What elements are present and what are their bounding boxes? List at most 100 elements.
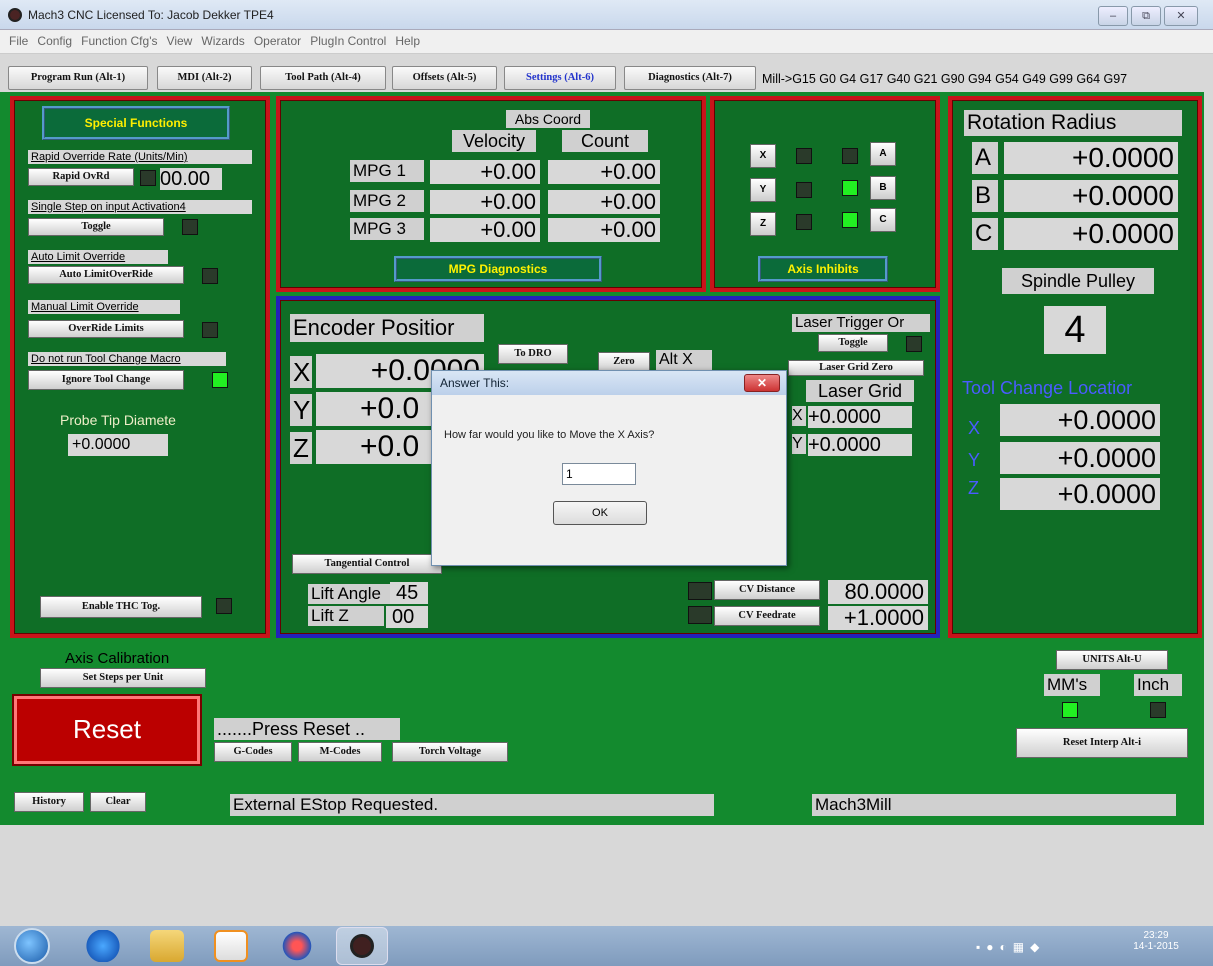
tc-x-label: X: [968, 418, 981, 438]
tc-z-value: +0.0000: [1000, 478, 1160, 510]
mpg-diagnostics-label: MPG Diagnostics: [394, 256, 602, 282]
mach3-taskbar-button[interactable]: [336, 927, 388, 965]
g-codes-button[interactable]: G-Codes: [214, 742, 292, 762]
set-steps-button[interactable]: Set Steps per Unit: [40, 668, 206, 688]
axis-inhibits-label: Axis Inhibits: [758, 256, 888, 282]
axis-inhibits-panel: X A Y B Z C Axis Inhibits: [710, 96, 940, 292]
auto-limit-led: [202, 268, 218, 284]
inhibit-a-led: [842, 148, 858, 164]
media-player-icon[interactable]: [214, 930, 248, 962]
menu-wizards[interactable]: Wizards: [198, 30, 247, 52]
inhibit-y-button[interactable]: Y: [750, 178, 776, 202]
internet-explorer-icon[interactable]: [86, 930, 120, 962]
system-tray-icons[interactable]: ▪●◐▦◆: [976, 940, 1068, 954]
tool-change-location-label: Tool Change Locatior: [962, 378, 1133, 398]
mach3-taskbar-icon: [350, 934, 374, 958]
rotation-b-label: B: [972, 180, 998, 212]
file-explorer-icon[interactable]: [150, 930, 184, 962]
alt-x-label: Alt X: [656, 350, 712, 370]
mpg1-count: +0.00: [548, 160, 660, 184]
zero-button[interactable]: Zero: [598, 352, 650, 372]
inhibit-x-button[interactable]: X: [750, 144, 776, 168]
answer-dialog: Answer This: ✕ How far would you like to…: [431, 370, 787, 566]
inhibit-b-button[interactable]: B: [870, 176, 896, 200]
press-reset-label: .......Press Reset ..: [214, 718, 400, 740]
tab-diagnostics[interactable]: Diagnostics (Alt-7): [624, 66, 756, 90]
cv-distance-led: [688, 582, 712, 600]
start-button[interactable]: [14, 928, 50, 964]
clock[interactable]: 23:29 14-1-2015: [1126, 930, 1186, 952]
mpg-panel: Abs Coord Velocity Count MPG 1 +0.00 +0.…: [276, 96, 706, 292]
lift-angle-label: Lift Angle: [308, 584, 390, 604]
mpg2-count: +0.00: [548, 190, 660, 214]
cv-distance-value: 80.0000: [828, 580, 928, 604]
spindle-pulley-value: 4: [1044, 306, 1106, 354]
reset-button[interactable]: Reset: [14, 696, 200, 764]
menu-operator[interactable]: Operator: [251, 30, 304, 52]
inhibit-y-led: [796, 182, 812, 198]
close-button[interactable]: ✕: [1164, 6, 1198, 26]
tab-settings[interactable]: Settings (Alt-6): [504, 66, 616, 90]
app-icon-2[interactable]: [280, 930, 314, 962]
menu-view[interactable]: View: [164, 30, 196, 52]
clear-button[interactable]: Clear: [90, 792, 146, 812]
window-title: Mach3 CNC Licensed To: Jacob Dekker TPE4: [28, 8, 274, 22]
cv-feedrate-led: [688, 606, 712, 624]
dialog-prompt: How far would you like to Move the X Axi…: [444, 429, 655, 441]
to-dro-button[interactable]: To DRO: [498, 344, 568, 364]
rotation-c-value: +0.0000: [1004, 218, 1178, 250]
probe-tip-value: +0.0000: [68, 434, 168, 456]
laser-grid-x-label: X: [792, 406, 806, 426]
single-step-toggle-button[interactable]: Toggle: [28, 218, 164, 236]
probe-tip-label: Probe Tip Diamete: [60, 412, 176, 428]
reset-interp-button[interactable]: Reset Interp Alt-i: [1016, 728, 1188, 758]
menu-function-cfgs[interactable]: Function Cfg's: [78, 30, 160, 52]
override-limits-button[interactable]: OverRide Limits: [28, 320, 184, 338]
cv-feedrate-button[interactable]: CV Feedrate: [714, 606, 820, 626]
inhibit-c-button[interactable]: C: [870, 208, 896, 232]
tc-y-value: +0.0000: [1000, 442, 1160, 474]
dialog-close-button[interactable]: ✕: [744, 374, 780, 392]
laser-trigger-label: Laser Trigger Or: [792, 314, 930, 332]
maximize-button[interactable]: ⧉: [1131, 6, 1161, 26]
inhibit-z-led: [796, 214, 812, 230]
ok-button[interactable]: OK: [553, 501, 647, 525]
m-codes-button[interactable]: M-Codes: [298, 742, 382, 762]
laser-toggle-button[interactable]: Toggle: [818, 334, 888, 352]
inch-label: Inch: [1134, 674, 1182, 696]
rapid-ovrd-button[interactable]: Rapid OvRd: [28, 168, 134, 186]
menu-config[interactable]: Config: [34, 30, 75, 52]
units-button[interactable]: UNITS Alt-U: [1056, 650, 1168, 670]
cv-distance-button[interactable]: CV Distance: [714, 580, 820, 600]
menu-plugin-control[interactable]: PlugIn Control: [307, 30, 389, 52]
inhibit-a-button[interactable]: A: [870, 142, 896, 166]
inhibit-z-button[interactable]: Z: [750, 212, 776, 236]
encoder-y-label: Y: [290, 394, 312, 426]
rotation-a-value: +0.0000: [1004, 142, 1178, 174]
special-functions-panel: Special Functions Rapid Override Rate (U…: [10, 96, 270, 638]
tab-program-run[interactable]: Program Run (Alt-1): [8, 66, 148, 90]
tab-tool-path[interactable]: Tool Path (Alt-4): [260, 66, 386, 90]
tc-x-value: +0.0000: [1000, 404, 1160, 436]
minimize-button[interactable]: –: [1098, 6, 1128, 26]
ignore-tool-change-led: [212, 372, 228, 388]
mpg2-velocity: +0.00: [430, 190, 540, 214]
history-button[interactable]: History: [14, 792, 84, 812]
cv-feedrate-value: +1.0000: [828, 606, 928, 630]
tangential-control-button[interactable]: Tangential Control: [292, 554, 442, 574]
tab-offsets[interactable]: Offsets (Alt-5): [392, 66, 497, 90]
inhibit-x-led: [796, 148, 812, 164]
menu-help[interactable]: Help: [392, 30, 423, 52]
rotation-radius-panel: Rotation Radius A +0.0000 B +0.0000 C +0…: [948, 96, 1202, 638]
auto-limit-override-button[interactable]: Auto LimitOverRide: [28, 266, 184, 284]
enable-thc-button[interactable]: Enable THC Tog.: [40, 596, 202, 618]
encoder-position-title: Encoder Positior: [290, 314, 484, 342]
laser-grid-zero-button[interactable]: Laser Grid Zero: [788, 360, 924, 376]
menu-file[interactable]: File: [6, 30, 31, 52]
tab-mdi[interactable]: MDI (Alt-2): [157, 66, 252, 90]
ignore-tool-change-button[interactable]: Ignore Tool Change: [28, 370, 184, 390]
distance-input[interactable]: 1: [562, 463, 636, 485]
torch-voltage-button[interactable]: Torch Voltage: [392, 742, 508, 762]
laser-grid-x-value: +0.0000: [808, 406, 912, 428]
laser-grid-y-label: Y: [792, 434, 806, 454]
